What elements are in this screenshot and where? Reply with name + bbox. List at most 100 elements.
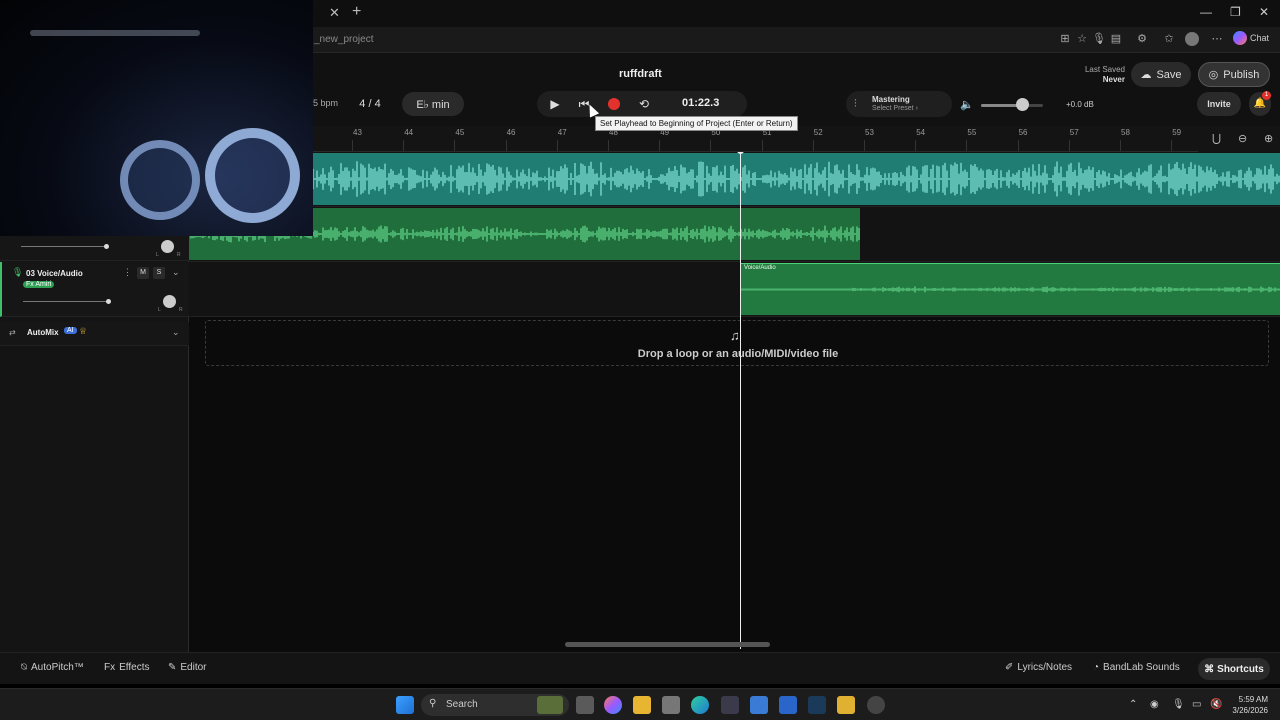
master-volume-knob[interactable] — [1016, 98, 1029, 111]
edge-browser-icon[interactable] — [691, 696, 709, 714]
playhead[interactable] — [740, 152, 741, 649]
tray-app-icon[interactable]: ◉ — [1150, 699, 1159, 710]
volume-mute-icon[interactable]: 🔈 — [960, 98, 974, 111]
effects-label: Effects — [119, 662, 150, 673]
sliders-icon: ⫶ — [854, 98, 857, 110]
start-icon[interactable] — [396, 696, 414, 714]
fx-badge[interactable]: Fx Amiri — [23, 281, 55, 288]
store-icon[interactable] — [721, 696, 739, 714]
tab-close-icon[interactable]: ✕ — [329, 5, 340, 21]
bandlab-sounds-button[interactable]: ◔ BandLab Sounds — [1093, 662, 1180, 673]
close-window-icon[interactable]: ✕ — [1259, 5, 1269, 19]
chevron-down-icon[interactable]: ⌄ — [172, 327, 180, 338]
time-signature[interactable]: 4 / 4 — [346, 93, 394, 115]
taskbar-clock[interactable]: 5:59 AM 3/26/2026 — [1228, 694, 1268, 716]
task-view-icon[interactable] — [576, 696, 594, 714]
rockstar-icon[interactable] — [837, 696, 855, 714]
invite-button[interactable]: Invite — [1197, 92, 1241, 116]
automix-row[interactable]: ⇄ AutoMix AI ♕ ⌄ — [0, 322, 189, 346]
project-title[interactable]: ruffdraft — [619, 68, 662, 80]
more-icon[interactable]: ⋯ — [1210, 32, 1224, 46]
minimize-icon[interactable]: — — [1200, 5, 1212, 19]
loop-icon[interactable]: ⟲ — [636, 96, 652, 112]
save-button[interactable]: ☁ Save — [1131, 62, 1191, 87]
pan-r-label: R — [179, 307, 183, 313]
magnet-icon[interactable]: ⋃ — [1212, 132, 1221, 145]
extensions-icon[interactable]: ⚙ — [1135, 32, 1149, 46]
record-button[interactable] — [608, 98, 620, 110]
shortcuts-button[interactable]: ⌘ Shortcuts — [1198, 658, 1270, 680]
key-button[interactable]: E♭ min — [402, 92, 464, 116]
mastering-title: Mastering — [872, 95, 910, 104]
chat-button[interactable]: Chat — [1233, 31, 1269, 45]
track-lane-1[interactable] — [189, 152, 1280, 207]
notification-badge: 1 — [1262, 91, 1271, 100]
restore-icon[interactable]: ❐ — [1230, 5, 1241, 19]
tempo-display[interactable]: 5 bpm — [313, 98, 338, 108]
zoom-out-icon[interactable]: ⊖ — [1238, 132, 1247, 145]
windows-taskbar: ⚲ Search ⌃ ◉ 🎙 ▭ 🔇 5:59 AM 3/26/2026 — [0, 688, 1280, 720]
new-tab-icon[interactable]: + — [352, 3, 361, 21]
track-lane-3[interactable]: Voice/Audio — [189, 262, 1280, 317]
profile-avatar[interactable] — [1185, 32, 1199, 46]
solo-button[interactable]: S — [153, 267, 165, 279]
ruler-tick — [1017, 140, 1019, 151]
settings-app-icon[interactable] — [662, 696, 680, 714]
reader-icon[interactable]: ▤ — [1109, 32, 1123, 46]
url-text[interactable]: _new_project — [314, 34, 373, 45]
file-explorer-icon[interactable] — [633, 696, 651, 714]
track-3-name[interactable]: 03 Voice/Audio — [26, 269, 83, 278]
ruler-tick — [1120, 140, 1121, 151]
ruler-tick — [352, 140, 353, 151]
audio-clip-voice[interactable]: Voice/Audio — [741, 263, 1280, 315]
horizontal-scrollbar[interactable] — [565, 642, 770, 647]
publish-button[interactable]: ◎ Publish — [1198, 62, 1270, 87]
ruler-bar-number: 46 — [506, 128, 516, 137]
mastering-button[interactable]: ⫶ Mastering Select Preset › — [846, 91, 952, 117]
sounds-label: BandLab Sounds — [1103, 662, 1180, 673]
track-3-volume-handle[interactable] — [106, 299, 111, 304]
lyrics-notes-button[interactable]: ✐ Lyrics/Notes — [1005, 662, 1072, 673]
audio-clip-track-1[interactable] — [189, 153, 1280, 205]
autopitch-button[interactable]: ⍉ AutoPitch™ — [21, 662, 84, 673]
ruler-tick — [966, 140, 968, 151]
track-menu-icon[interactable]: ⋮ — [123, 267, 132, 278]
steam-icon[interactable] — [808, 696, 826, 714]
editor-button[interactable]: ✎ Editor — [168, 662, 207, 673]
effects-button[interactable]: Fx Effects — [104, 662, 150, 673]
bottom-toolbar: ⍉ AutoPitch™ Fx Effects ✎ Editor ✐ Lyrics/No… — [0, 652, 1280, 684]
play-icon[interactable]: ▶ — [547, 96, 563, 112]
track-2-pan-knob[interactable] — [161, 240, 174, 253]
track-2-volume-slider[interactable] — [21, 246, 107, 247]
ruler-tick — [710, 140, 712, 151]
track-3-volume-slider[interactable] — [23, 301, 109, 302]
speaker-icon[interactable]: 🔇 — [1210, 699, 1222, 710]
ruler-bar-number: 57 — [1069, 128, 1079, 137]
timeline-area[interactable]: Voice/Audio ♫ Drop a loop or an audio/MI… — [189, 152, 1280, 652]
mute-button[interactable]: M — [137, 267, 149, 279]
chevron-down-icon[interactable]: ⌄ — [172, 267, 180, 278]
taskbar-search[interactable]: ⚲ Search — [421, 694, 569, 716]
tray-chevron-icon[interactable]: ⌃ — [1129, 699, 1137, 710]
app-tray-icon[interactable] — [867, 696, 885, 714]
mic-icon[interactable]: 🎙 — [1092, 32, 1106, 46]
track-3-pan-knob[interactable] — [163, 295, 176, 308]
ruler-tick — [1068, 140, 1070, 151]
drop-zone[interactable]: ♫ Drop a loop or an audio/MIDI/video fil… — [205, 320, 1269, 366]
zoom-in-icon[interactable]: ⊕ — [1264, 132, 1273, 145]
track-2-volume-handle[interactable] — [104, 244, 109, 249]
track-lane-2[interactable] — [189, 207, 1280, 262]
whiteboard-icon[interactable] — [750, 696, 768, 714]
network-icon[interactable]: ▭ — [1192, 699, 1201, 710]
copilot-app-icon[interactable] — [604, 696, 622, 714]
tray-mic-icon[interactable]: 🎙 — [1172, 699, 1185, 710]
time-display: 01:22.3 — [682, 97, 720, 109]
ruler-tick — [556, 140, 558, 151]
globe-icon: ◎ — [1208, 69, 1219, 81]
favorites-icon[interactable]: ✩ — [1162, 32, 1176, 46]
app-icon[interactable]: ⊞ — [1058, 32, 1072, 46]
mail-icon[interactable] — [779, 696, 797, 714]
star-icon[interactable]: ☆ — [1075, 32, 1089, 46]
lyrics-label: Lyrics/Notes — [1017, 662, 1073, 673]
track-header-3[interactable]: 🎙 03 Voice/Audio ⋮ M S ⌄ Fx Amiri L R — [0, 262, 189, 317]
